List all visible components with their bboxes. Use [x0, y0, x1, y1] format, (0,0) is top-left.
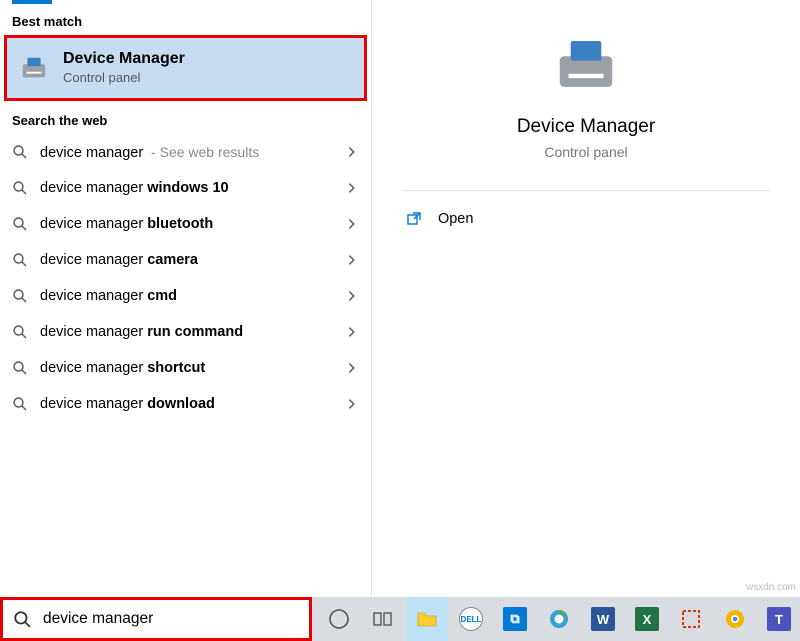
best-match-device-manager[interactable]: Device Manager Control panel [4, 35, 367, 101]
search-icon [12, 252, 28, 268]
device-manager-icon [19, 53, 49, 83]
chevron-right-icon [345, 397, 359, 411]
excel-icon[interactable]: X [626, 597, 668, 641]
open-label: Open [438, 211, 473, 227]
chevron-right-icon [345, 145, 359, 159]
store-icon[interactable]: ⧉ [494, 597, 536, 641]
chevron-right-icon [345, 361, 359, 375]
search-input[interactable] [41, 609, 299, 629]
web-result-text: device manager download [40, 396, 337, 412]
search-icon [12, 144, 28, 160]
web-result-1[interactable]: device manager windows 10 [0, 170, 371, 206]
preview-title: Device Manager [517, 116, 655, 138]
web-result-4[interactable]: device manager cmd [0, 278, 371, 314]
active-tab-indicator [12, 0, 52, 4]
file-explorer-icon[interactable] [406, 597, 448, 641]
taskbar-search-box[interactable] [0, 597, 312, 641]
browser-icon[interactable] [538, 597, 580, 641]
search-icon [12, 216, 28, 232]
open-icon [406, 211, 422, 227]
web-result-text: device manager camera [40, 252, 337, 268]
chrome-icon[interactable] [714, 597, 756, 641]
result-title: Device Manager [63, 49, 185, 68]
web-result-text: device manager run command [40, 324, 337, 340]
results-panel: Best match Device Manager Control panel … [0, 0, 372, 597]
search-icon [12, 180, 28, 196]
chevron-right-icon [345, 289, 359, 303]
watermark: wsxdn.com [746, 582, 796, 593]
search-icon [12, 324, 28, 340]
teams-icon[interactable]: T [758, 597, 800, 641]
search-icon [12, 360, 28, 376]
chevron-right-icon [345, 253, 359, 267]
web-results-list: device manager - See web results device m… [0, 134, 371, 422]
web-result-5[interactable]: device manager run command [0, 314, 371, 350]
search-icon [12, 396, 28, 412]
taskbar: DELL ⧉ W X T [0, 597, 800, 641]
divider [402, 190, 770, 191]
search-icon [12, 288, 28, 304]
web-result-0[interactable]: device manager - See web results [0, 134, 371, 170]
dell-icon[interactable]: DELL [450, 597, 492, 641]
web-result-2[interactable]: device manager bluetooth [0, 206, 371, 242]
web-result-text: device manager windows 10 [40, 180, 337, 196]
search-web-header: Search the web [0, 105, 371, 134]
search-icon [13, 610, 31, 628]
snip-icon[interactable] [670, 597, 712, 641]
result-subtitle: Control panel [63, 69, 185, 87]
task-view-icon[interactable] [362, 597, 404, 641]
open-action[interactable]: Open [402, 203, 770, 235]
web-result-text: device manager cmd [40, 288, 337, 304]
chevron-right-icon [345, 217, 359, 231]
web-result-text: device manager shortcut [40, 360, 337, 376]
preview-panel: Device Manager Control panel Open [372, 0, 800, 597]
web-result-text: device manager - See web results [40, 144, 337, 161]
cortana-icon[interactable] [318, 597, 360, 641]
best-match-header: Best match [0, 6, 371, 35]
web-result-6[interactable]: device manager shortcut [0, 350, 371, 386]
web-result-text: device manager bluetooth [40, 216, 337, 232]
web-result-3[interactable]: device manager camera [0, 242, 371, 278]
taskbar-tray: DELL ⧉ W X T [312, 597, 800, 641]
word-icon[interactable]: W [582, 597, 624, 641]
chevron-right-icon [345, 181, 359, 195]
chevron-right-icon [345, 325, 359, 339]
web-result-7[interactable]: device manager download [0, 386, 371, 422]
device-manager-large-icon [551, 30, 621, 100]
preview-subtitle: Control panel [544, 144, 627, 160]
